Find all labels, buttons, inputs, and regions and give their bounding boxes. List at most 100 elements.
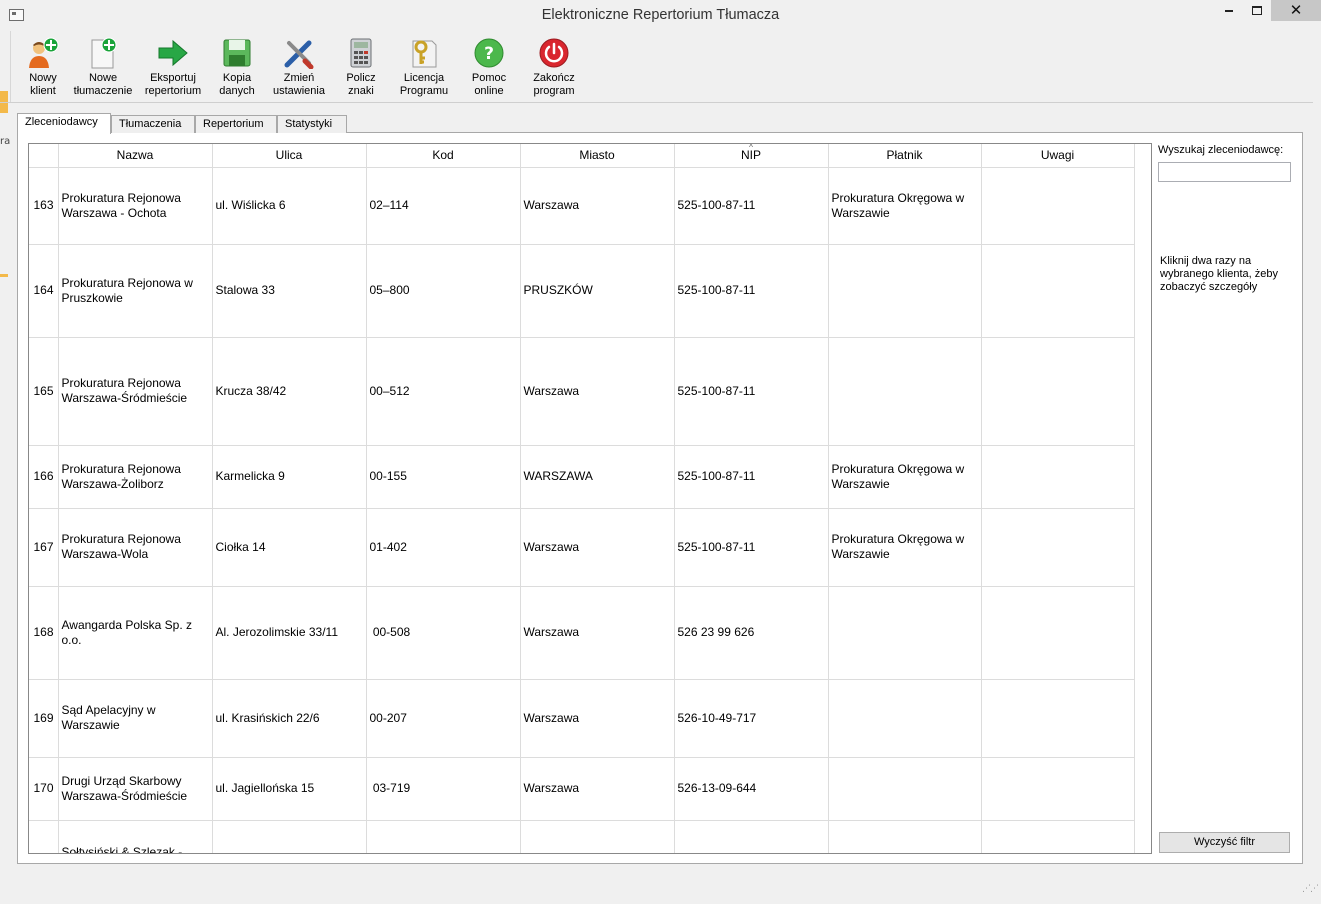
count-characters-button[interactable]: Policz znaki xyxy=(339,37,383,98)
settings-button[interactable]: Zmień ustawienia xyxy=(269,37,329,98)
cell-nip[interactable]: 525-100-87-11 xyxy=(674,508,829,587)
cell-kod[interactable]: 00-155 xyxy=(366,445,521,509)
cell-uwagi[interactable] xyxy=(981,508,1135,587)
cell-nazwa[interactable]: Sąd Apelacyjny w Warszawie xyxy=(58,679,213,758)
license-button[interactable]: Licencja Programu xyxy=(397,37,451,98)
tab-repertorium[interactable]: Repertorium xyxy=(195,115,277,133)
table-row[interactable]: 170 Drugi Urząd Skarbowy Warszawa-Śródmi… xyxy=(29,757,1135,821)
new-client-button[interactable]: Nowy klient xyxy=(21,37,65,98)
table-row[interactable]: 165 Prokuratura Rejonowa Warszawa-Śródmi… xyxy=(29,337,1135,446)
tab-tlumaczenia[interactable]: Tłumaczenia xyxy=(111,115,195,133)
cell-nazwa[interactable]: Prokuratura Rejonowa w Pruszkowie xyxy=(58,244,213,338)
cell-uwagi[interactable] xyxy=(981,586,1135,680)
cell-kod[interactable]: 05–800 xyxy=(366,244,521,338)
cell-platnik[interactable] xyxy=(828,586,982,680)
backup-button[interactable]: Kopia danych xyxy=(213,37,261,98)
cell-nazwa[interactable]: Awangarda Polska Sp. z o.o. xyxy=(58,586,213,680)
cell-nazwa[interactable]: Drugi Urząd Skarbowy Warszawa-Śródmieści… xyxy=(58,757,213,821)
cell-nip[interactable] xyxy=(674,820,829,853)
cell-uwagi[interactable] xyxy=(981,244,1135,338)
cell-uwagi[interactable] xyxy=(981,337,1135,446)
cell-nazwa[interactable]: Sołtysiński & Szlezak - xyxy=(58,820,213,853)
cell-uwagi[interactable] xyxy=(981,820,1135,853)
cell-miasto[interactable]: PRUSZKÓW xyxy=(520,244,675,338)
cell-kod[interactable]: 00–512 xyxy=(366,337,521,446)
cell-nip[interactable]: 526-10-49-717 xyxy=(674,679,829,758)
maximize-button[interactable] xyxy=(1243,0,1271,21)
exit-program-button[interactable]: Zakończ program xyxy=(527,37,581,98)
cell-platnik[interactable] xyxy=(828,679,982,758)
column-header-kod[interactable]: Kod xyxy=(366,144,521,168)
column-header-miasto[interactable]: Miasto xyxy=(520,144,675,168)
cell-ulica[interactable] xyxy=(212,820,367,853)
cell-miasto[interactable]: WARSZAWA xyxy=(520,445,675,509)
cell-nip[interactable]: 525-100-87-11 xyxy=(674,244,829,338)
cell-platnik[interactable] xyxy=(828,757,982,821)
cell-platnik[interactable]: Prokuratura Okręgowa w Warszawie xyxy=(828,167,982,245)
cell-platnik[interactable] xyxy=(828,244,982,338)
cell-miasto[interactable]: Warszawa xyxy=(520,337,675,446)
cell-nip[interactable]: 525-100-87-11 xyxy=(674,167,829,245)
cell-uwagi[interactable] xyxy=(981,757,1135,821)
cell-kod[interactable]: 00-508 xyxy=(366,586,521,680)
cell-miasto[interactable]: Warszawa xyxy=(520,679,675,758)
help-online-button[interactable]: ? Pomoc online xyxy=(467,37,511,98)
cell-ulica[interactable]: ul. Krasińskich 22/6 xyxy=(212,679,367,758)
column-header-ulica[interactable]: Ulica xyxy=(212,144,367,168)
cell-nip[interactable]: 525-100-87-11 xyxy=(674,337,829,446)
cell-platnik[interactable]: Prokuratura Okręgowa w Warszawie xyxy=(828,445,982,509)
close-button[interactable]: ✕ xyxy=(1271,0,1321,21)
search-input[interactable] xyxy=(1158,162,1291,182)
cell-platnik[interactable] xyxy=(828,820,982,853)
cell-ulica[interactable]: Ciołka 14 xyxy=(212,508,367,587)
table-row[interactable]: 169 Sąd Apelacyjny w Warszawie ul. Krasi… xyxy=(29,679,1135,758)
tab-zleceniodawcy[interactable]: Zleceniodawcy xyxy=(17,113,111,134)
cell-uwagi[interactable] xyxy=(981,167,1135,245)
clients-grid[interactable]: Nazwa Ulica Kod Miasto ^ NIP Płatnik Uwag… xyxy=(28,143,1152,854)
cell-ulica[interactable]: ul. Wiślicka 6 xyxy=(212,167,367,245)
cell-kod[interactable]: 00-207 xyxy=(366,679,521,758)
cell-platnik[interactable] xyxy=(828,337,982,446)
cell-kod[interactable]: 02–114 xyxy=(366,167,521,245)
cell-uwagi[interactable] xyxy=(981,679,1135,758)
cell-nip[interactable]: 525-100-87-11 xyxy=(674,445,829,509)
cell-nazwa[interactable]: Prokuratura Rejonowa Warszawa - Ochota xyxy=(58,167,213,245)
table-row[interactable]: 163 Prokuratura Rejonowa Warszawa - Ocho… xyxy=(29,167,1135,245)
cell-kod[interactable] xyxy=(366,820,521,853)
tab-statystyki[interactable]: Statystyki xyxy=(277,115,347,133)
cell-ulica[interactable]: Al. Jerozolimskie 33/11 xyxy=(212,586,367,680)
cell-ulica[interactable]: Stalowa 33 xyxy=(212,244,367,338)
cell-kod[interactable]: 03-719 xyxy=(366,757,521,821)
cell-ulica[interactable]: Krucza 38/42 xyxy=(212,337,367,446)
cell-ulica[interactable]: ul. Jagiellońska 15 xyxy=(212,757,367,821)
column-header-platnik[interactable]: Płatnik xyxy=(828,144,982,168)
cell-nip[interactable]: 526-13-09-644 xyxy=(674,757,829,821)
table-row[interactable]: 167 Prokuratura Rejonowa Warszawa-Wola C… xyxy=(29,508,1135,587)
corner-header[interactable] xyxy=(29,144,59,168)
cell-miasto[interactable]: Warszawa xyxy=(520,167,675,245)
cell-nip[interactable]: 526 23 99 626 xyxy=(674,586,829,680)
export-repertory-button[interactable]: Eksportuj repertorium xyxy=(141,37,205,98)
cell-ulica[interactable]: Karmelicka 9 xyxy=(212,445,367,509)
new-translation-button[interactable]: Nowe tłumaczenie xyxy=(71,37,135,98)
cell-nazwa[interactable]: Prokuratura Rejonowa Warszawa-Wola xyxy=(58,508,213,587)
cell-nazwa[interactable]: Prokuratura Rejonowa Warszawa-Śródmieści… xyxy=(58,337,213,446)
cell-miasto[interactable]: Warszawa xyxy=(520,757,675,821)
cell-miasto[interactable] xyxy=(520,820,675,853)
cell-miasto[interactable]: Warszawa xyxy=(520,508,675,587)
table-row[interactable]: 168 Awangarda Polska Sp. z o.o. Al. Jero… xyxy=(29,586,1135,680)
cell-uwagi[interactable] xyxy=(981,445,1135,509)
table-row[interactable]: 166 Prokuratura Rejonowa Warszawa-Żolibo… xyxy=(29,445,1135,509)
cell-nazwa[interactable]: Prokuratura Rejonowa Warszawa-Żoliborz xyxy=(58,445,213,509)
table-row[interactable]: 164 Prokuratura Rejonowa w Pruszkowie St… xyxy=(29,244,1135,338)
table-row[interactable]: Sołtysiński & Szlezak - xyxy=(29,820,1135,853)
resize-grip-icon[interactable]: ⋰⋰ xyxy=(1302,884,1319,894)
cell-miasto[interactable]: Warszawa xyxy=(520,586,675,680)
column-header-uwagi[interactable]: Uwagi xyxy=(981,144,1135,168)
clear-filter-button[interactable]: Wyczyść filtr xyxy=(1159,832,1290,853)
column-header-nip[interactable]: ^ NIP xyxy=(674,144,829,168)
cell-kod[interactable]: 01-402 xyxy=(366,508,521,587)
column-header-nazwa[interactable]: Nazwa xyxy=(58,144,213,168)
minimize-button[interactable] xyxy=(1215,0,1243,21)
cell-platnik[interactable]: Prokuratura Okręgowa w Warszawie xyxy=(828,508,982,587)
